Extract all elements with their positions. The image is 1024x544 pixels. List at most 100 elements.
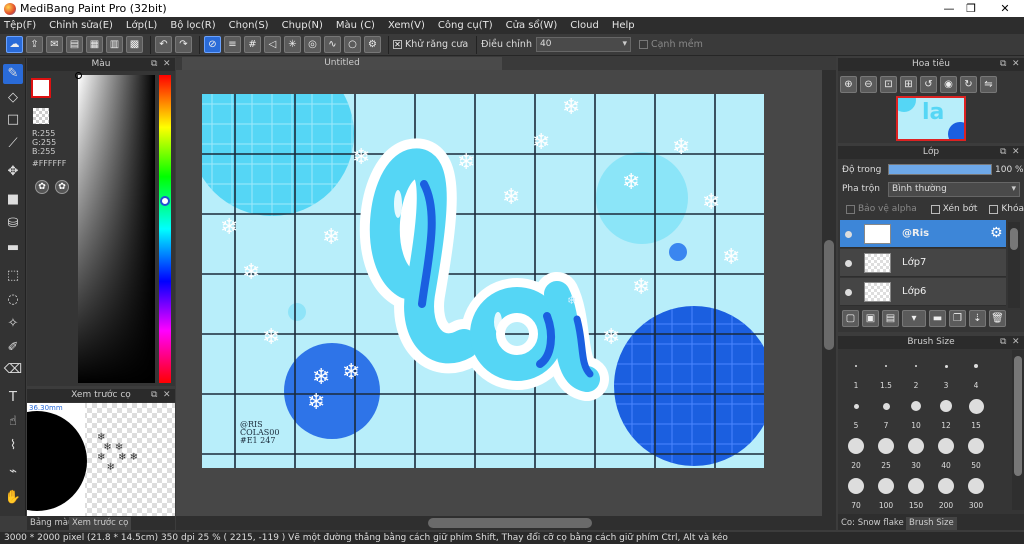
brush-size-option[interactable]: 2 bbox=[902, 354, 930, 390]
brush-size-option[interactable]: 30 bbox=[902, 434, 930, 470]
tab-brush-preview[interactable]: Xem trước cọ bbox=[69, 517, 132, 530]
rotate-right-icon[interactable]: ↻ bbox=[960, 76, 977, 93]
palette-edit-icon[interactable]: ✿ bbox=[55, 180, 69, 194]
rectangle-tool-icon[interactable]: □ bbox=[3, 110, 23, 130]
parallel-snap-icon[interactable]: ≡ bbox=[224, 36, 241, 53]
brush-size-option[interactable]: 40 bbox=[932, 434, 960, 470]
circle-snap-icon[interactable]: ○ bbox=[344, 36, 361, 53]
menu-snap[interactable]: Chụp(N) bbox=[282, 20, 323, 31]
grid-view-icon[interactable]: ▥ bbox=[106, 36, 123, 53]
visibility-icon[interactable] bbox=[845, 260, 852, 267]
add-layer-menu-icon[interactable]: ▾ bbox=[902, 310, 926, 327]
visibility-icon[interactable] bbox=[845, 289, 852, 296]
canvas-area[interactable]: ❄ ❄ ❄ ❄ ❄ ❄ ❄ ❄ ❄ ❄ ❄ ❄ ❄ ❄ ❄ ❄ ❄ ❄ ❄ ❄ ❄ bbox=[176, 70, 836, 516]
move-tool-icon[interactable]: ✥ bbox=[3, 162, 23, 182]
new-layer-icon[interactable]: ▢ bbox=[842, 310, 859, 327]
lock-checkbox[interactable] bbox=[989, 204, 999, 214]
brush-size-option[interactable]: 3 bbox=[932, 354, 960, 390]
new-8bit-layer-icon[interactable]: ▤ bbox=[882, 310, 899, 327]
share-icon[interactable]: ⇪ bbox=[26, 36, 43, 53]
grid-snap-icon[interactable]: # bbox=[244, 36, 261, 53]
layer-list-scrollbar[interactable] bbox=[1008, 222, 1020, 308]
brush-tool-icon[interactable]: ✎ bbox=[3, 64, 23, 84]
brush-size-option[interactable]: 70 bbox=[842, 474, 870, 510]
blend-mode-dropdown[interactable]: Bình thường bbox=[888, 182, 1020, 197]
layer-item[interactable]: Lớp7 bbox=[840, 249, 1006, 277]
layer-item[interactable]: Lớp6 bbox=[840, 278, 1006, 306]
folder-icon[interactable]: ▬ bbox=[929, 310, 946, 327]
redo-icon[interactable]: ↷ bbox=[175, 36, 192, 53]
layer-settings-gear-icon[interactable]: ⚙ bbox=[990, 225, 1003, 241]
artwork-canvas[interactable]: ❄ ❄ ❄ ❄ ❄ ❄ ❄ ❄ ❄ ❄ ❄ ❄ ❄ ❄ ❄ ❄ ❄ ❄ ❄ ❄ ❄ bbox=[202, 94, 764, 468]
select-pen-tool-icon[interactable]: ✐ bbox=[3, 338, 23, 358]
adjust-dropdown[interactable]: 40 bbox=[535, 37, 631, 52]
rotate-left-icon[interactable]: ↺ bbox=[920, 76, 937, 93]
magic-wand-tool-icon[interactable]: ✧ bbox=[3, 314, 23, 334]
line-tool-icon[interactable]: ⟋ bbox=[3, 134, 23, 154]
brush-size-option[interactable]: 12 bbox=[932, 394, 960, 430]
hue-slider[interactable] bbox=[159, 75, 171, 383]
brush-size-option[interactable]: 100 bbox=[872, 474, 900, 510]
settings-gear-icon[interactable]: ⚙ bbox=[364, 36, 381, 53]
sv-picker-handle[interactable] bbox=[75, 72, 82, 79]
select-eraser-tool-icon[interactable]: ⌫ bbox=[3, 360, 23, 380]
radial-snap-icon[interactable]: ✳ bbox=[284, 36, 301, 53]
brush-size-scroll-thumb[interactable] bbox=[1014, 356, 1022, 476]
menu-view[interactable]: Xem(V) bbox=[388, 20, 425, 31]
brush-size-option[interactable]: 300 bbox=[962, 474, 990, 510]
eyedropper-tool-icon[interactable]: ⌇ bbox=[3, 436, 23, 456]
menu-color[interactable]: Màu (C) bbox=[336, 20, 375, 31]
curve-snap-icon[interactable]: ∿ bbox=[324, 36, 341, 53]
opacity-slider[interactable] bbox=[888, 164, 992, 175]
new-halftone-layer-icon[interactable]: ▣ bbox=[862, 310, 879, 327]
brush-size-option[interactable]: 150 bbox=[902, 474, 930, 510]
menu-window[interactable]: Cửa sổ(W) bbox=[506, 20, 558, 31]
menu-filter[interactable]: Bộ lọc(R) bbox=[170, 20, 215, 31]
undock-icon[interactable]: ⧉ bbox=[151, 58, 157, 71]
snap-off-icon[interactable]: ⊘ bbox=[204, 36, 221, 53]
horizontal-scroll-thumb[interactable] bbox=[428, 518, 592, 528]
maximize-button[interactable]: ❐ bbox=[956, 0, 986, 17]
menu-tools[interactable]: Công cụ(T) bbox=[438, 20, 493, 31]
menu-cloud[interactable]: Cloud bbox=[570, 20, 599, 31]
visibility-icon[interactable] bbox=[845, 231, 852, 238]
brush-size-option[interactable]: 10 bbox=[902, 394, 930, 430]
zoom-out-icon[interactable]: ⊖ bbox=[860, 76, 877, 93]
chat-icon[interactable]: ✉ bbox=[46, 36, 63, 53]
layout-icon[interactable]: ▩ bbox=[126, 36, 143, 53]
panel-close-icon[interactable]: ✕ bbox=[1012, 336, 1020, 349]
lasso-tool-icon[interactable]: ◌ bbox=[3, 290, 23, 310]
clipping-checkbox[interactable] bbox=[930, 204, 940, 214]
perspective-snap-icon[interactable]: ◁ bbox=[264, 36, 281, 53]
tab-brush-size[interactable]: Brush Size bbox=[906, 517, 957, 530]
menu-select[interactable]: Chọn(S) bbox=[229, 20, 269, 31]
document-tab[interactable]: Untitled bbox=[182, 57, 502, 70]
brush-size-option[interactable]: 25 bbox=[872, 434, 900, 470]
panel-close-icon[interactable]: ✕ bbox=[163, 389, 171, 402]
duplicate-layer-icon[interactable]: ❐ bbox=[949, 310, 966, 327]
panel-close-icon[interactable]: ✕ bbox=[1012, 146, 1020, 159]
menu-help[interactable]: Help bbox=[612, 20, 635, 31]
brush-size-option[interactable]: 1.5 bbox=[872, 354, 900, 390]
undo-icon[interactable]: ↶ bbox=[155, 36, 172, 53]
cloud-icon[interactable]: ☁ bbox=[6, 36, 23, 53]
layer-item[interactable]: @Ris ⚙ bbox=[840, 220, 1006, 248]
select-rect-tool-icon[interactable]: ⬚ bbox=[3, 266, 23, 286]
hue-slider-handle[interactable] bbox=[160, 196, 170, 206]
menu-file[interactable]: Tệp(F) bbox=[4, 20, 36, 31]
tab-brush-current[interactable]: Co: Snow flake 4 bbox=[838, 517, 915, 530]
undock-icon[interactable]: ⧉ bbox=[151, 389, 157, 402]
horizontal-scrollbar[interactable] bbox=[176, 516, 836, 530]
dropper-tool-icon[interactable]: ⌁ bbox=[3, 462, 23, 482]
protect-alpha-checkbox[interactable] bbox=[846, 204, 855, 214]
eraser-tool-icon[interactable]: ◇ bbox=[3, 88, 23, 108]
transparent-color-swatch[interactable] bbox=[33, 108, 49, 124]
gradient-tool-icon[interactable]: ▬ bbox=[3, 238, 23, 258]
text-tool-icon[interactable]: T bbox=[3, 388, 23, 408]
brush-size-option[interactable]: 4 bbox=[962, 354, 990, 390]
navigator-thumbnail[interactable]: la bbox=[896, 96, 966, 141]
document-icon[interactable]: ▦ bbox=[86, 36, 103, 53]
brush-size-option[interactable]: 50 bbox=[962, 434, 990, 470]
fit-window-icon[interactable]: ⊡ bbox=[880, 76, 897, 93]
menu-layer[interactable]: Lớp(L) bbox=[126, 20, 157, 31]
